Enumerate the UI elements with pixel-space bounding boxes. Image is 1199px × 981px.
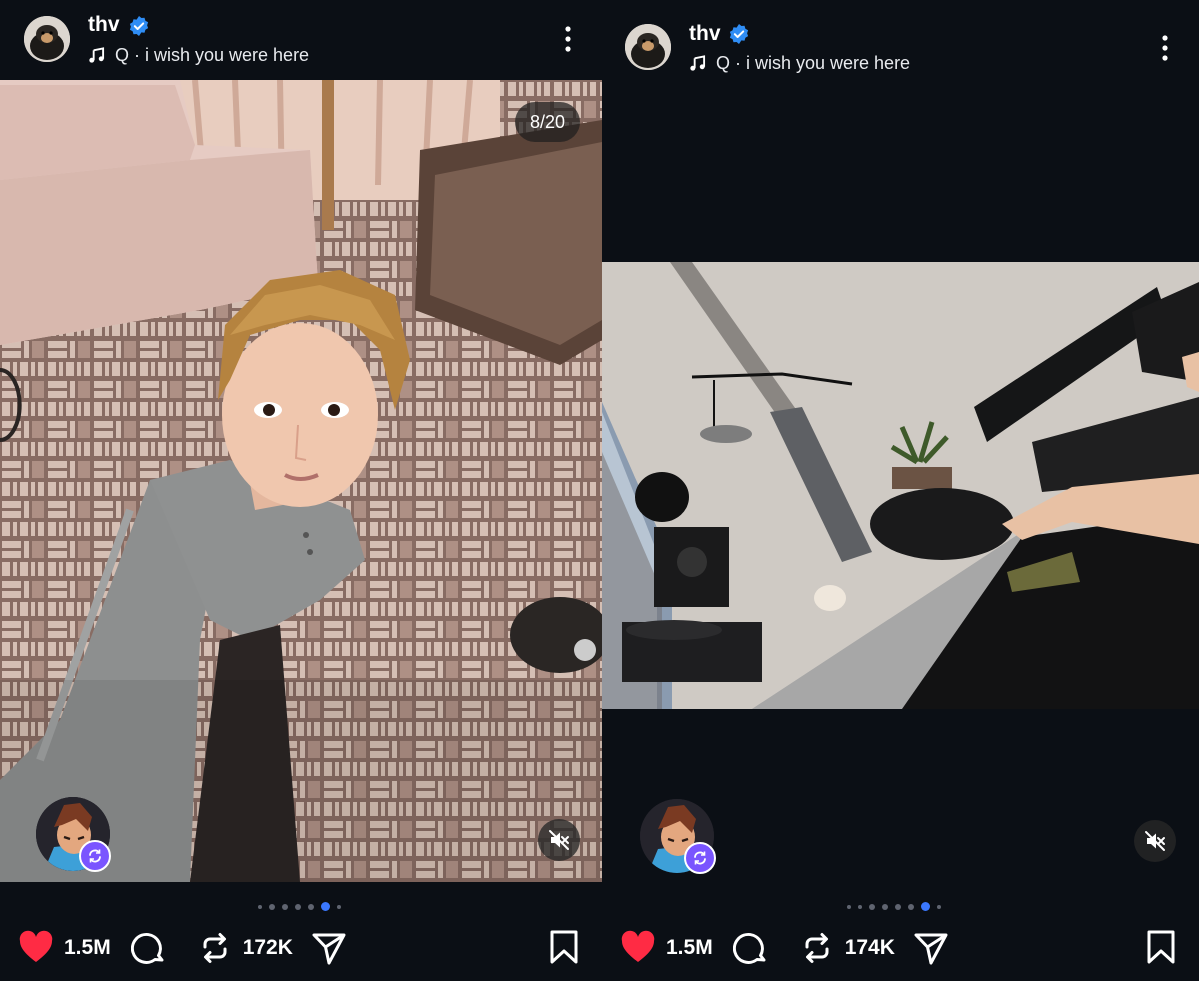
repost-icon xyxy=(203,933,227,963)
comment-button[interactable] xyxy=(732,930,769,966)
carousel-dot xyxy=(882,903,888,910)
dog-avatar-image xyxy=(625,24,671,70)
like-button[interactable]: 1.5M xyxy=(18,930,111,966)
username[interactable]: thv xyxy=(689,22,721,46)
post-image[interactable] xyxy=(602,262,1199,709)
carousel-dot xyxy=(308,903,314,910)
repost-count: 174K xyxy=(844,936,895,959)
carousel-dot xyxy=(908,903,914,910)
slide-counter: 8/20 xyxy=(514,102,580,142)
repost-count: 172K xyxy=(242,936,293,959)
comment-icon xyxy=(130,933,164,964)
mute-button[interactable] xyxy=(538,819,580,861)
mute-icon xyxy=(1145,831,1165,851)
post-card: thv Q · i wish you were here xyxy=(602,0,1199,981)
action-bar: 1.5M 172K xyxy=(18,930,347,966)
carousel-dot xyxy=(258,904,262,909)
carousel-dot xyxy=(269,903,275,910)
carousel-dots xyxy=(258,902,341,911)
post-card: thv Q · i wish you were here xyxy=(0,0,602,981)
more-icon[interactable] xyxy=(563,25,573,53)
like-button[interactable]: 1.5M xyxy=(620,930,713,966)
repost-button[interactable]: 172K xyxy=(197,930,293,966)
carousel-dot xyxy=(869,903,875,910)
repost-icon xyxy=(805,933,829,963)
share-button[interactable] xyxy=(913,930,949,966)
music-label: Q · i wish you were here xyxy=(115,45,310,65)
avatar[interactable] xyxy=(24,16,70,62)
heart-icon xyxy=(621,930,655,962)
dog-avatar-image xyxy=(24,16,70,62)
share-button[interactable] xyxy=(311,930,347,966)
action-bar: 1.5M 174K xyxy=(620,930,949,966)
carousel-dot xyxy=(847,904,851,909)
verified-icon xyxy=(729,24,749,44)
repost-button[interactable]: 174K xyxy=(799,930,895,966)
mute-button[interactable] xyxy=(1134,820,1176,862)
carousel-dot xyxy=(937,904,941,909)
music-note-icon xyxy=(690,55,706,71)
post-image[interactable] xyxy=(0,80,602,882)
comment-icon xyxy=(732,933,766,964)
remix-icon xyxy=(79,840,111,872)
music-label: Q · i wish you were here xyxy=(716,53,911,73)
more-icon[interactable] xyxy=(1160,34,1170,62)
music-track[interactable]: Q · i wish you were here xyxy=(689,53,910,74)
heart-icon xyxy=(19,930,53,962)
selfie-photo xyxy=(0,80,602,882)
carousel-dot xyxy=(282,903,288,910)
bookmark-icon[interactable] xyxy=(1144,929,1178,965)
carousel-dots xyxy=(847,902,941,911)
carousel-dot-active xyxy=(321,902,330,911)
carousel-dot xyxy=(337,904,341,909)
share-icon xyxy=(914,933,948,965)
avatar[interactable] xyxy=(625,24,671,70)
music-track[interactable]: Q · i wish you were here xyxy=(88,45,309,66)
music-note-icon xyxy=(89,47,105,63)
carousel-dot xyxy=(858,904,862,909)
carousel-dot xyxy=(895,903,901,910)
bookmark-icon[interactable] xyxy=(547,929,581,965)
mute-icon xyxy=(549,830,569,850)
username[interactable]: thv xyxy=(88,13,120,37)
share-icon xyxy=(312,933,346,965)
like-count: 1.5M xyxy=(64,936,111,959)
carousel-dot-active xyxy=(921,902,930,911)
comment-button[interactable] xyxy=(130,930,167,966)
remix-icon xyxy=(684,842,716,874)
verified-icon xyxy=(129,16,149,36)
living-room-photo xyxy=(602,262,1199,709)
like-count: 1.5M xyxy=(666,936,713,959)
carousel-dot xyxy=(295,903,301,910)
